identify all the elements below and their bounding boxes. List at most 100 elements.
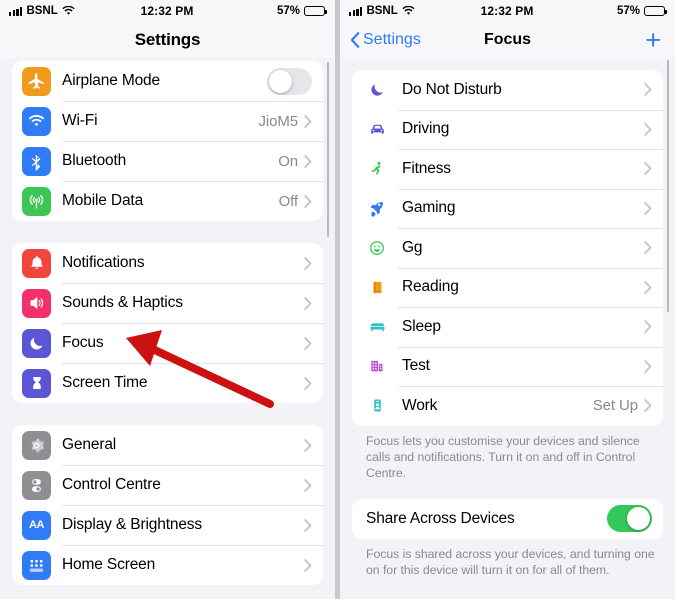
chevron-right-icon	[644, 320, 652, 334]
car-icon	[366, 118, 388, 140]
focus-row-fitness[interactable]: Fitness	[352, 149, 663, 189]
row-label: Airplane Mode	[62, 72, 160, 89]
row-label: Sounds & Haptics	[62, 294, 183, 311]
chevron-right-icon	[644, 280, 652, 294]
focus-label: Do Not Disturb	[402, 80, 502, 98]
smiley-icon	[366, 237, 388, 259]
settings-row-sounds-haptics[interactable]: Sounds & Haptics	[12, 283, 323, 323]
status-bar-right: BSNL 12:32 PM 57%	[340, 0, 675, 22]
focus-row-test[interactable]: Test	[352, 346, 663, 387]
focus-row-sleep[interactable]: Sleep	[352, 307, 663, 347]
carrier-label: BSNL	[366, 5, 398, 17]
dual-screenshot-stage: BSNL 12:32 PM 57% Settings Airplane Mode…	[0, 0, 675, 599]
control-centre-icon	[22, 470, 51, 500]
chevron-right-icon	[304, 296, 312, 310]
settings-row-wifi[interactable]: Wi-Fi JioM5	[12, 101, 323, 141]
focus-label: Gg	[402, 238, 423, 256]
focus-label: Work	[402, 396, 438, 414]
carrier-label: BSNL	[26, 5, 58, 17]
focus-row-do-not-disturb[interactable]: Do Not Disturb	[352, 70, 663, 110]
chevron-right-icon	[304, 336, 312, 350]
add-focus-button[interactable]: +	[645, 26, 661, 54]
row-label: Focus	[62, 334, 104, 351]
settings-row-airplane-mode[interactable]: Airplane Mode	[12, 61, 323, 101]
airplane-icon	[22, 66, 51, 96]
chevron-right-icon	[304, 478, 312, 492]
book-icon	[366, 276, 388, 298]
back-button[interactable]: Settings	[350, 31, 421, 49]
bed-icon	[366, 316, 388, 338]
focus-scroll-content[interactable]: Do Not Disturb Driving Fitness Gaming Gg…	[340, 58, 675, 599]
focus-row-gaming[interactable]: Gaming	[352, 188, 663, 229]
focus-label: Test	[402, 357, 430, 375]
speaker-icon	[22, 288, 51, 318]
chevron-right-icon	[304, 256, 312, 270]
bluetooth-icon	[22, 146, 51, 176]
focus-row-value: Set Up	[592, 397, 638, 415]
share-across-devices-toggle[interactable]	[607, 505, 652, 533]
settings-row-display-brightness[interactable]: AA Display & Brightness	[12, 505, 323, 545]
row-label: Notifications	[62, 254, 145, 271]
row-value: On	[278, 152, 298, 170]
settings-row-screen-time[interactable]: Screen Time	[12, 363, 323, 403]
battery-icon	[644, 5, 668, 17]
settings-row-notifications[interactable]: Notifications	[12, 243, 323, 283]
chevron-right-icon	[644, 122, 652, 136]
airplane-mode-toggle[interactable]	[267, 67, 312, 95]
focus-row-reading[interactable]: Reading	[352, 267, 663, 308]
wifi-icon	[402, 5, 415, 16]
chevron-right-icon	[644, 241, 652, 255]
settings-row-general[interactable]: General	[12, 425, 323, 465]
row-label: General	[62, 436, 117, 453]
page-title: Focus	[483, 31, 532, 48]
focus-row-driving[interactable]: Driving	[352, 109, 663, 150]
settings-row-bluetooth[interactable]: Bluetooth On	[12, 141, 323, 181]
chevron-right-icon	[304, 558, 312, 572]
focus-label: Sleep	[402, 317, 441, 335]
moon-icon	[22, 328, 51, 358]
wifi-icon	[62, 5, 75, 16]
right-phone-screenshot: BSNL 12:32 PM 57% Settings Focus + Do No…	[340, 0, 675, 599]
focus-label: Gaming	[402, 199, 456, 217]
rocket-icon	[366, 197, 388, 219]
row-label: Mobile Data	[62, 192, 144, 209]
gear-icon	[22, 430, 51, 460]
chevron-right-icon	[304, 194, 312, 208]
share-across-devices-label: Share Across Devices	[366, 509, 515, 527]
settings-group-connectivity: Airplane Mode Wi-Fi JioM5 Bluetooth On M…	[12, 61, 323, 221]
row-label: Display & Brightness	[62, 516, 203, 533]
settings-scroll-content[interactable]: Airplane Mode Wi-Fi JioM5 Bluetooth On M…	[0, 58, 335, 599]
share-across-devices-group: Share Across Devices	[352, 498, 663, 539]
focus-label: Driving	[402, 120, 450, 138]
share-across-devices-row[interactable]: Share Across Devices	[352, 499, 663, 539]
chevron-right-icon	[644, 359, 652, 373]
left-scrollbar[interactable]	[326, 62, 329, 237]
row-value: Off	[278, 192, 299, 210]
battery-icon	[304, 5, 328, 17]
settings-row-control-centre[interactable]: Control Centre	[12, 465, 323, 505]
row-label: Control Centre	[62, 476, 161, 493]
focus-row-work[interactable]: Work Set Up	[352, 386, 663, 426]
chevron-right-icon	[644, 201, 652, 215]
focus-footnote: Focus lets you customise your devices an…	[366, 433, 640, 481]
chevron-right-icon	[304, 154, 312, 168]
clock-label: 12:32 PM	[480, 4, 534, 18]
id-card-icon	[366, 395, 388, 417]
right-scrollbar[interactable]	[666, 60, 669, 312]
settings-nav-bar: Settings	[0, 22, 335, 58]
focus-label: Reading	[402, 278, 459, 296]
running-icon	[366, 158, 388, 180]
settings-row-home-screen[interactable]: Home Screen	[12, 545, 323, 585]
cellular-bars-icon	[349, 6, 363, 16]
settings-group-system: General Control Centre AA Display & Brig…	[12, 425, 323, 585]
row-label: Home Screen	[62, 556, 156, 573]
settings-row-focus[interactable]: Focus	[12, 323, 323, 363]
settings-group-notifications: Notifications Sounds & Haptics Focus Scr…	[12, 243, 323, 403]
hourglass-icon	[22, 368, 51, 398]
chevron-right-icon	[644, 399, 652, 413]
battery-percent-label: 57%	[616, 5, 641, 17]
chevron-right-icon	[644, 162, 652, 176]
focus-row-gg[interactable]: Gg	[352, 228, 663, 268]
chevron-right-icon	[304, 376, 312, 390]
settings-row-mobile-data[interactable]: Mobile Data Off	[12, 181, 323, 221]
